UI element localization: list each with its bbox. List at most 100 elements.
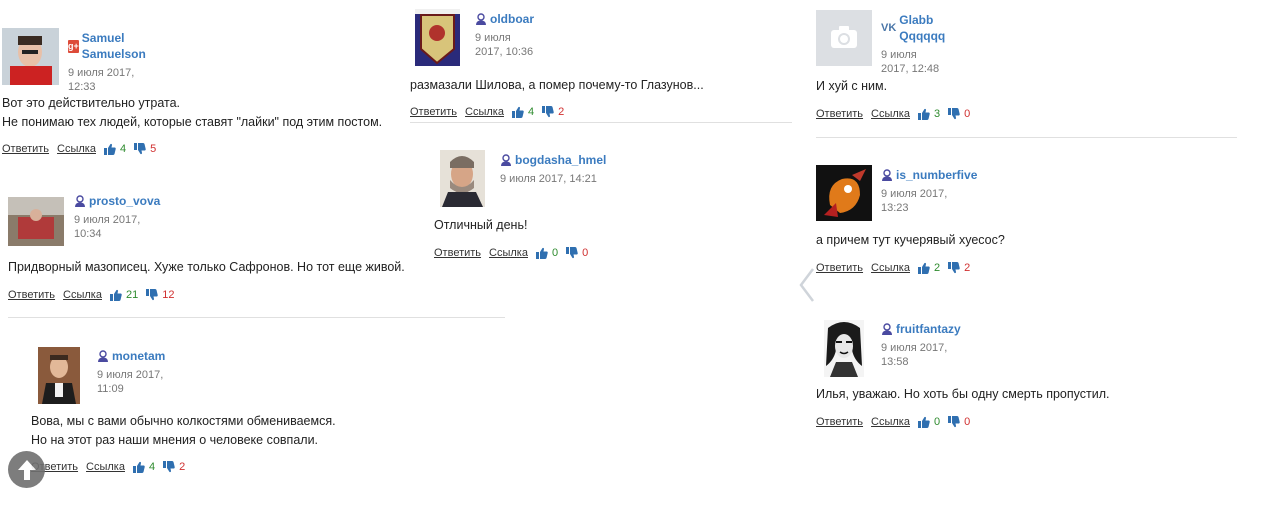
- like-button[interactable]: 3: [918, 108, 940, 120]
- avatar[interactable]: [2, 28, 59, 85]
- like-count: 2: [933, 262, 941, 274]
- thumb-up-icon: [512, 106, 524, 118]
- reply-button[interactable]: Ответить: [816, 108, 863, 120]
- thumb-up-icon: [110, 289, 122, 301]
- comment-date: 9 июля 2017, 11:09: [97, 369, 164, 395]
- dislike-button[interactable]: 0: [566, 247, 588, 259]
- permalink-link[interactable]: Ссылка: [63, 289, 102, 301]
- comment-date: 9 июля 2017, 13:23: [881, 188, 948, 214]
- permalink-link[interactable]: Ссылка: [871, 108, 910, 120]
- dislike-count: 2: [179, 461, 186, 473]
- comment-date: 9 июля 2017, 10:36: [475, 32, 534, 58]
- comment-author[interactable]: VK Glabb Qqqqqq: [881, 12, 945, 44]
- comment-date: 9 июля 2017, 12:48: [881, 49, 940, 75]
- avatar[interactable]: [816, 165, 872, 221]
- like-button[interactable]: 21: [110, 289, 138, 301]
- comment-text: Вот это действительно утрата. Не понимаю…: [2, 96, 383, 129]
- dislike-button[interactable]: 2: [163, 461, 185, 473]
- thumb-up-icon: [104, 143, 116, 155]
- permalink-link[interactable]: Ссылка: [489, 247, 528, 259]
- thumb-up-icon: [133, 461, 145, 473]
- dislike-button[interactable]: 5: [134, 143, 156, 155]
- like-count: 4: [527, 106, 535, 118]
- dislike-button[interactable]: 12: [146, 289, 174, 301]
- avatar[interactable]: [415, 9, 460, 66]
- reply-button[interactable]: Ответить: [434, 247, 481, 259]
- reply-button[interactable]: Ответить: [2, 143, 49, 155]
- comment-date: 9 июля 2017, 13:58: [881, 342, 948, 368]
- dislike-count: 0: [964, 108, 971, 120]
- user-icon: [97, 350, 109, 362]
- dislike-button[interactable]: 2: [542, 106, 564, 118]
- thumb-down-icon: [146, 289, 158, 301]
- comment-author[interactable]: is_numberfive: [881, 167, 977, 183]
- like-count: 3: [933, 108, 941, 120]
- comment-date: 9 июля 2017, 10:34: [74, 214, 141, 240]
- dislike-count: 2: [964, 262, 971, 274]
- dislike-count: 2: [558, 106, 565, 118]
- chevron-left-icon[interactable]: [797, 265, 817, 305]
- comment-date: 9 июля 2017, 12:33: [68, 67, 135, 93]
- like-count: 0: [933, 416, 941, 428]
- permalink-link[interactable]: Ссылка: [86, 461, 125, 473]
- like-button[interactable]: 4: [133, 461, 155, 473]
- dislike-button[interactable]: 0: [948, 108, 970, 120]
- comment-date: 9 июля 2017, 14:21: [500, 173, 597, 185]
- user-icon: [881, 323, 893, 335]
- scroll-to-top-button[interactable]: [8, 451, 45, 488]
- vk-icon: VK: [881, 22, 897, 34]
- divider: [8, 317, 505, 318]
- permalink-link[interactable]: Ссылка: [57, 143, 96, 155]
- like-button[interactable]: 2: [918, 262, 940, 274]
- like-button[interactable]: 4: [512, 106, 534, 118]
- thumb-down-icon: [948, 262, 960, 274]
- comment-text: И хуй с ним.: [816, 79, 888, 93]
- user-icon: [881, 169, 893, 181]
- permalink-link[interactable]: Ссылка: [465, 106, 504, 118]
- avatar[interactable]: [8, 197, 64, 246]
- dislike-count: 0: [582, 247, 589, 259]
- like-count: 0: [551, 247, 559, 259]
- avatar[interactable]: [824, 320, 864, 377]
- permalink-link[interactable]: Ссылка: [871, 262, 910, 274]
- comment-author[interactable]: oldboar: [475, 11, 534, 27]
- permalink-link[interactable]: Ссылка: [871, 416, 910, 428]
- reply-button[interactable]: Ответить: [816, 416, 863, 428]
- comment-text: Придворный мазописец. Хуже только Сафрон…: [8, 260, 405, 274]
- divider: [816, 137, 1237, 138]
- like-count: 4: [148, 461, 156, 473]
- dislike-count: 12: [162, 289, 175, 301]
- like-button[interactable]: 0: [536, 247, 558, 259]
- comment-author[interactable]: fruitfantazy: [881, 321, 961, 337]
- arrow-up-icon: [17, 459, 36, 480]
- reply-button[interactable]: Ответить: [8, 289, 55, 301]
- comment-text: а причем тут кучерявый хуесос?: [816, 233, 1005, 247]
- reply-button[interactable]: Ответить: [816, 262, 863, 274]
- thumb-down-icon: [948, 108, 960, 120]
- comment-text: Вова, мы с вами обычно колкостями обмени…: [31, 414, 336, 447]
- comment-author[interactable]: g+ Samuel Samuelson: [68, 30, 149, 62]
- avatar-placeholder[interactable]: [816, 10, 872, 66]
- like-count: 21: [125, 289, 139, 301]
- avatar[interactable]: [38, 347, 80, 404]
- comment-author[interactable]: bogdasha_hmel: [500, 152, 606, 168]
- comment-text: Отличный день!: [434, 218, 528, 232]
- comment-author[interactable]: monetam: [97, 348, 165, 364]
- like-count: 4: [119, 143, 127, 155]
- like-button[interactable]: 0: [918, 416, 940, 428]
- thumb-down-icon: [163, 461, 175, 473]
- thumb-up-icon: [918, 108, 930, 120]
- dislike-button[interactable]: 2: [948, 262, 970, 274]
- thumb-up-icon: [918, 416, 930, 428]
- thumb-down-icon: [948, 416, 960, 428]
- reply-button[interactable]: Ответить: [410, 106, 457, 118]
- divider: [410, 122, 792, 123]
- dislike-count: 5: [150, 143, 157, 155]
- like-button[interactable]: 4: [104, 143, 126, 155]
- dislike-button[interactable]: 0: [948, 416, 970, 428]
- comment-author[interactable]: prosto_vova: [74, 193, 160, 209]
- thumb-down-icon: [566, 247, 578, 259]
- avatar[interactable]: [440, 150, 485, 207]
- user-icon: [475, 13, 487, 25]
- user-icon: [500, 154, 512, 166]
